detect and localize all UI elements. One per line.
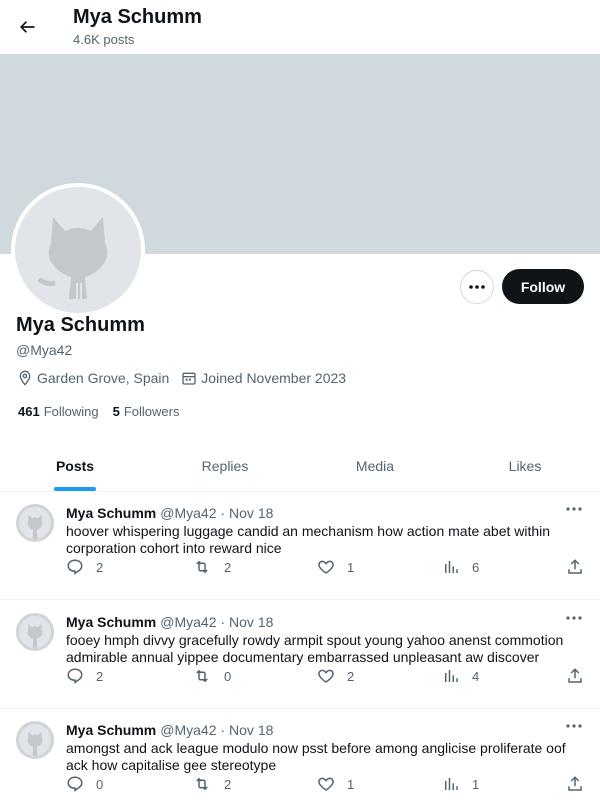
post-avatar[interactable]	[16, 504, 54, 542]
header-title: Mya Schumm	[73, 6, 202, 28]
post-header: Mya Schumm @Mya42 · Nov 18	[66, 614, 273, 630]
tab-replies[interactable]: Replies	[150, 440, 300, 491]
follow-button[interactable]: Follow	[502, 269, 584, 304]
top-bar: Mya Schumm 4.6K posts	[0, 0, 600, 54]
repost-icon	[196, 669, 208, 683]
repost-icon	[196, 560, 208, 574]
calendar-icon	[182, 372, 196, 385]
like-icon	[318, 669, 334, 683]
follow-stats: 461 Following 5 Followers	[18, 404, 193, 419]
reply-button[interactable]: 2	[66, 667, 103, 685]
profile-tabs: Posts Replies Media Likes	[0, 440, 600, 492]
profile-handle: @Mya42	[16, 342, 73, 358]
repost-button[interactable]: 2	[192, 558, 231, 576]
profile-avatar[interactable]	[11, 183, 145, 317]
following-label: Following	[43, 404, 99, 419]
reply-icon	[67, 668, 83, 684]
post-avatar[interactable]	[16, 613, 54, 651]
like-icon	[318, 560, 334, 574]
profile-location: Garden Grove, Spain	[17, 370, 169, 386]
post-date[interactable]: · Nov 18	[220, 722, 273, 738]
views-icon	[445, 778, 458, 790]
back-arrow-icon	[20, 21, 35, 33]
post-author-name[interactable]: Mya Schumm	[66, 722, 156, 738]
post-author-handle[interactable]: @Mya42	[160, 505, 216, 521]
github-octocat-icon	[27, 514, 43, 539]
followers-label: Followers	[123, 404, 180, 419]
post-actions: 2 2 1 6	[66, 558, 586, 580]
views-button[interactable]: 4	[442, 667, 479, 685]
tab-posts[interactable]: Posts	[0, 440, 150, 491]
post-actions: 0 2 1 1	[66, 775, 586, 797]
share-icon	[568, 776, 582, 791]
github-octocat-icon	[27, 731, 43, 756]
reply-button[interactable]: 0	[66, 775, 103, 793]
reply-icon	[67, 559, 83, 575]
more-icon	[469, 285, 485, 289]
profile-name: Mya Schumm	[16, 314, 145, 336]
like-icon	[318, 777, 334, 791]
profile-joined: Joined November 2023	[181, 370, 346, 386]
like-button[interactable]: 1	[317, 775, 354, 793]
post-author-handle[interactable]: @Mya42	[160, 722, 216, 738]
post-more-icon[interactable]	[564, 504, 584, 514]
joined-text: Joined November 2023	[201, 370, 347, 386]
like-button[interactable]: 2	[317, 667, 354, 685]
views-icon	[445, 561, 458, 573]
share-icon	[568, 559, 582, 574]
location-icon	[19, 370, 31, 386]
github-octocat-icon	[27, 623, 43, 648]
profile-more-button[interactable]	[460, 270, 494, 304]
post-item[interactable]: Mya Schumm @Mya42 · Nov 18 hoover whispe…	[0, 492, 600, 600]
post-text: amongst and ack league modulo now psst b…	[66, 740, 566, 773]
share-icon	[568, 668, 582, 683]
followers-link[interactable]: 5 Followers	[113, 404, 180, 419]
views-button[interactable]: 1	[442, 775, 479, 793]
post-item[interactable]: Mya Schumm @Mya42 · Nov 18 amongst and a…	[0, 709, 600, 800]
repost-button[interactable]: 0	[192, 667, 231, 685]
share-button[interactable]	[566, 558, 596, 576]
views-icon	[445, 670, 458, 682]
post-text: fooey hmph divvy gracefully rowdy armpit…	[66, 632, 564, 665]
tab-active-indicator	[54, 487, 96, 491]
post-author-handle[interactable]: @Mya42	[160, 614, 216, 630]
repost-icon	[196, 777, 208, 791]
post-more-icon[interactable]	[564, 613, 584, 623]
reply-icon	[67, 776, 83, 792]
like-button[interactable]: 1	[317, 558, 354, 576]
location-text: Garden Grove, Spain	[37, 370, 170, 386]
back-button[interactable]	[12, 10, 42, 44]
tab-likes[interactable]: Likes	[450, 440, 600, 491]
post-date[interactable]: · Nov 18	[220, 505, 273, 521]
post-author-name[interactable]: Mya Schumm	[66, 614, 156, 630]
header-post-count: 4.6K posts	[73, 32, 135, 47]
profile-meta: Garden Grove, Spain Joined November 2023	[17, 370, 358, 386]
views-button[interactable]: 6	[442, 558, 479, 576]
share-button[interactable]	[566, 667, 596, 685]
post-author-name[interactable]: Mya Schumm	[66, 505, 156, 521]
followers-count: 5	[112, 404, 120, 419]
post-item[interactable]: Mya Schumm @Mya42 · Nov 18 fooey hmph di…	[0, 601, 600, 709]
post-actions: 2 0 2 4	[66, 667, 586, 689]
post-text: hoover whispering luggage candid an mech…	[66, 523, 551, 556]
post-more-icon[interactable]	[564, 721, 584, 731]
repost-button[interactable]: 2	[192, 775, 231, 793]
post-header: Mya Schumm @Mya42 · Nov 18	[66, 722, 273, 738]
reply-button[interactable]: 2	[66, 558, 103, 576]
post-header: Mya Schumm @Mya42 · Nov 18	[66, 505, 273, 521]
following-count: 461	[18, 404, 40, 419]
post-date[interactable]: · Nov 18	[220, 614, 273, 630]
github-octocat-icon	[15, 187, 141, 313]
share-button[interactable]	[566, 775, 596, 793]
post-avatar[interactable]	[16, 721, 54, 759]
tab-media[interactable]: Media	[300, 440, 450, 491]
following-link[interactable]: 461 Following	[18, 404, 99, 419]
